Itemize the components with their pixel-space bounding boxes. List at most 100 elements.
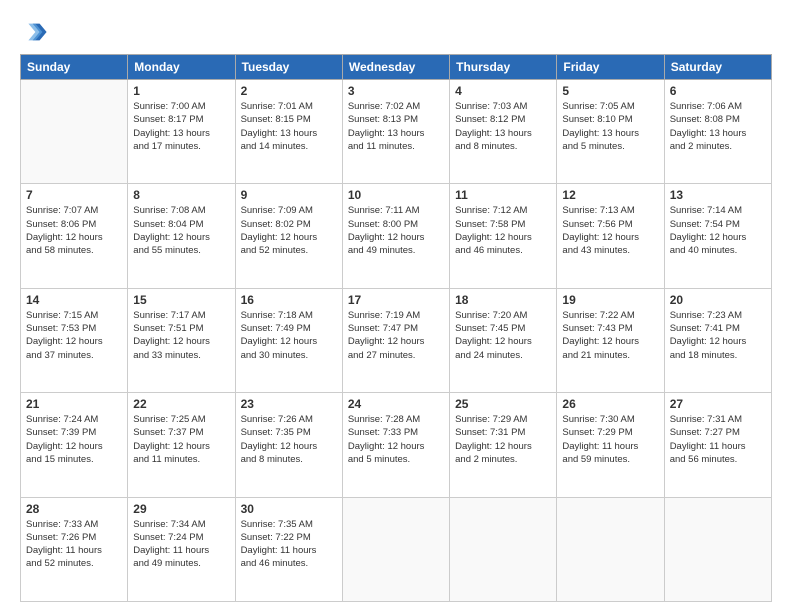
day-number: 9 [241,188,337,202]
day-cell: 28 Sunrise: 7:33 AM Sunset: 7:26 PM Dayli… [21,497,128,601]
day-cell: 12 Sunrise: 7:13 AM Sunset: 7:56 PM Dayli… [557,184,664,288]
week-row-2: 7 Sunrise: 7:07 AM Sunset: 8:06 PM Daylig… [21,184,772,288]
day-info: Sunrise: 7:13 AM Sunset: 7:56 PM Dayligh… [562,204,658,257]
week-row-4: 21 Sunrise: 7:24 AM Sunset: 7:39 PM Dayli… [21,393,772,497]
day-info: Sunrise: 7:14 AM Sunset: 7:54 PM Dayligh… [670,204,766,257]
day-number: 11 [455,188,551,202]
day-number: 7 [26,188,122,202]
logo [20,18,52,46]
day-cell: 10 Sunrise: 7:11 AM Sunset: 8:00 PM Dayli… [342,184,449,288]
day-number: 25 [455,397,551,411]
day-cell: 8 Sunrise: 7:08 AM Sunset: 8:04 PM Daylig… [128,184,235,288]
day-info: Sunrise: 7:12 AM Sunset: 7:58 PM Dayligh… [455,204,551,257]
day-number: 29 [133,502,229,516]
day-info: Sunrise: 7:31 AM Sunset: 7:27 PM Dayligh… [670,413,766,466]
calendar-table: SundayMondayTuesdayWednesdayThursdayFrid… [20,54,772,602]
day-info: Sunrise: 7:34 AM Sunset: 7:24 PM Dayligh… [133,518,229,571]
day-cell [557,497,664,601]
day-number: 14 [26,293,122,307]
day-info: Sunrise: 7:24 AM Sunset: 7:39 PM Dayligh… [26,413,122,466]
day-cell: 21 Sunrise: 7:24 AM Sunset: 7:39 PM Dayli… [21,393,128,497]
day-info: Sunrise: 7:29 AM Sunset: 7:31 PM Dayligh… [455,413,551,466]
col-header-sunday: Sunday [21,55,128,80]
day-cell [342,497,449,601]
day-number: 27 [670,397,766,411]
day-number: 21 [26,397,122,411]
day-cell: 24 Sunrise: 7:28 AM Sunset: 7:33 PM Dayli… [342,393,449,497]
col-header-thursday: Thursday [450,55,557,80]
day-cell: 4 Sunrise: 7:03 AM Sunset: 8:12 PM Daylig… [450,80,557,184]
day-cell: 15Sunrise: 7:17 AM Sunset: 7:51 PM Dayli… [128,288,235,392]
day-cell: 5Sunrise: 7:05 AM Sunset: 8:10 PM Daylig… [557,80,664,184]
day-number: 16 [241,293,337,307]
day-cell: 26 Sunrise: 7:30 AM Sunset: 7:29 PM Dayli… [557,393,664,497]
day-number: 26 [562,397,658,411]
col-header-tuesday: Tuesday [235,55,342,80]
day-info: Sunrise: 7:18 AM Sunset: 7:49 PM Dayligh… [241,309,337,362]
page: SundayMondayTuesdayWednesdayThursdayFrid… [0,0,792,612]
day-number: 30 [241,502,337,516]
day-cell: 30 Sunrise: 7:35 AM Sunset: 7:22 PM Dayli… [235,497,342,601]
day-cell: 23 Sunrise: 7:26 AM Sunset: 7:35 PM Dayli… [235,393,342,497]
week-row-3: 14 Sunrise: 7:15 AM Sunset: 7:53 PM Dayli… [21,288,772,392]
day-number: 8 [133,188,229,202]
day-info: Sunrise: 7:07 AM Sunset: 8:06 PM Dayligh… [26,204,122,257]
header-row: SundayMondayTuesdayWednesdayThursdayFrid… [21,55,772,80]
day-info: Sunrise: 7:28 AM Sunset: 7:33 PM Dayligh… [348,413,444,466]
day-cell: 9 Sunrise: 7:09 AM Sunset: 8:02 PM Daylig… [235,184,342,288]
day-number: 13 [670,188,766,202]
day-info: Sunrise: 7:20 AM Sunset: 7:45 PM Dayligh… [455,309,551,362]
day-info: Sunrise: 7:11 AM Sunset: 8:00 PM Dayligh… [348,204,444,257]
day-cell: 18 Sunrise: 7:20 AM Sunset: 7:45 PM Dayli… [450,288,557,392]
day-info: Sunrise: 7:03 AM Sunset: 8:12 PM Dayligh… [455,100,551,153]
day-number: 6 [670,84,766,98]
day-info: Sunrise: 7:02 AM Sunset: 8:13 PM Dayligh… [348,100,444,153]
day-info: Sunrise: 7:01 AM Sunset: 8:15 PM Dayligh… [241,100,337,153]
day-number: 23 [241,397,337,411]
day-number: 5 [562,84,658,98]
day-number: 22 [133,397,229,411]
day-info: Sunrise: 7:33 AM Sunset: 7:26 PM Dayligh… [26,518,122,571]
day-number: 18 [455,293,551,307]
col-header-wednesday: Wednesday [342,55,449,80]
day-number: 1 [133,84,229,98]
week-row-1: 1 Sunrise: 7:00 AM Sunset: 8:17 PM Daylig… [21,80,772,184]
day-info: Sunrise: 7:23 AM Sunset: 7:41 PM Dayligh… [670,309,766,362]
day-cell: 7 Sunrise: 7:07 AM Sunset: 8:06 PM Daylig… [21,184,128,288]
day-cell [21,80,128,184]
day-info: Sunrise: 7:09 AM Sunset: 8:02 PM Dayligh… [241,204,337,257]
day-number: 28 [26,502,122,516]
day-cell: 13 Sunrise: 7:14 AM Sunset: 7:54 PM Dayli… [664,184,771,288]
day-info: Sunrise: 7:26 AM Sunset: 7:35 PM Dayligh… [241,413,337,466]
day-number: 12 [562,188,658,202]
day-cell: 17Sunrise: 7:19 AM Sunset: 7:47 PM Dayli… [342,288,449,392]
day-number: 4 [455,84,551,98]
day-cell: 19Sunrise: 7:22 AM Sunset: 7:43 PM Dayli… [557,288,664,392]
day-number: 3 [348,84,444,98]
day-number: 20 [670,293,766,307]
day-cell: 11 Sunrise: 7:12 AM Sunset: 7:58 PM Dayli… [450,184,557,288]
day-number: 10 [348,188,444,202]
day-cell: 20 Sunrise: 7:23 AM Sunset: 7:41 PM Dayli… [664,288,771,392]
col-header-monday: Monday [128,55,235,80]
day-number: 19 [562,293,658,307]
day-info: Sunrise: 7:25 AM Sunset: 7:37 PM Dayligh… [133,413,229,466]
day-info: Sunrise: 7:00 AM Sunset: 8:17 PM Dayligh… [133,100,229,153]
day-info: Sunrise: 7:35 AM Sunset: 7:22 PM Dayligh… [241,518,337,571]
day-cell: 2Sunrise: 7:01 AM Sunset: 8:15 PM Daylig… [235,80,342,184]
day-cell: 29 Sunrise: 7:34 AM Sunset: 7:24 PM Dayli… [128,497,235,601]
day-cell: 27 Sunrise: 7:31 AM Sunset: 7:27 PM Dayli… [664,393,771,497]
day-cell: 3 Sunrise: 7:02 AM Sunset: 8:13 PM Daylig… [342,80,449,184]
day-info: Sunrise: 7:30 AM Sunset: 7:29 PM Dayligh… [562,413,658,466]
day-cell [664,497,771,601]
day-number: 17 [348,293,444,307]
day-number: 24 [348,397,444,411]
day-cell [450,497,557,601]
day-number: 15 [133,293,229,307]
day-info: Sunrise: 7:15 AM Sunset: 7:53 PM Dayligh… [26,309,122,362]
header [20,18,772,46]
day-cell: 16 Sunrise: 7:18 AM Sunset: 7:49 PM Dayli… [235,288,342,392]
day-info: Sunrise: 7:08 AM Sunset: 8:04 PM Dayligh… [133,204,229,257]
col-header-friday: Friday [557,55,664,80]
day-cell: 1 Sunrise: 7:00 AM Sunset: 8:17 PM Daylig… [128,80,235,184]
